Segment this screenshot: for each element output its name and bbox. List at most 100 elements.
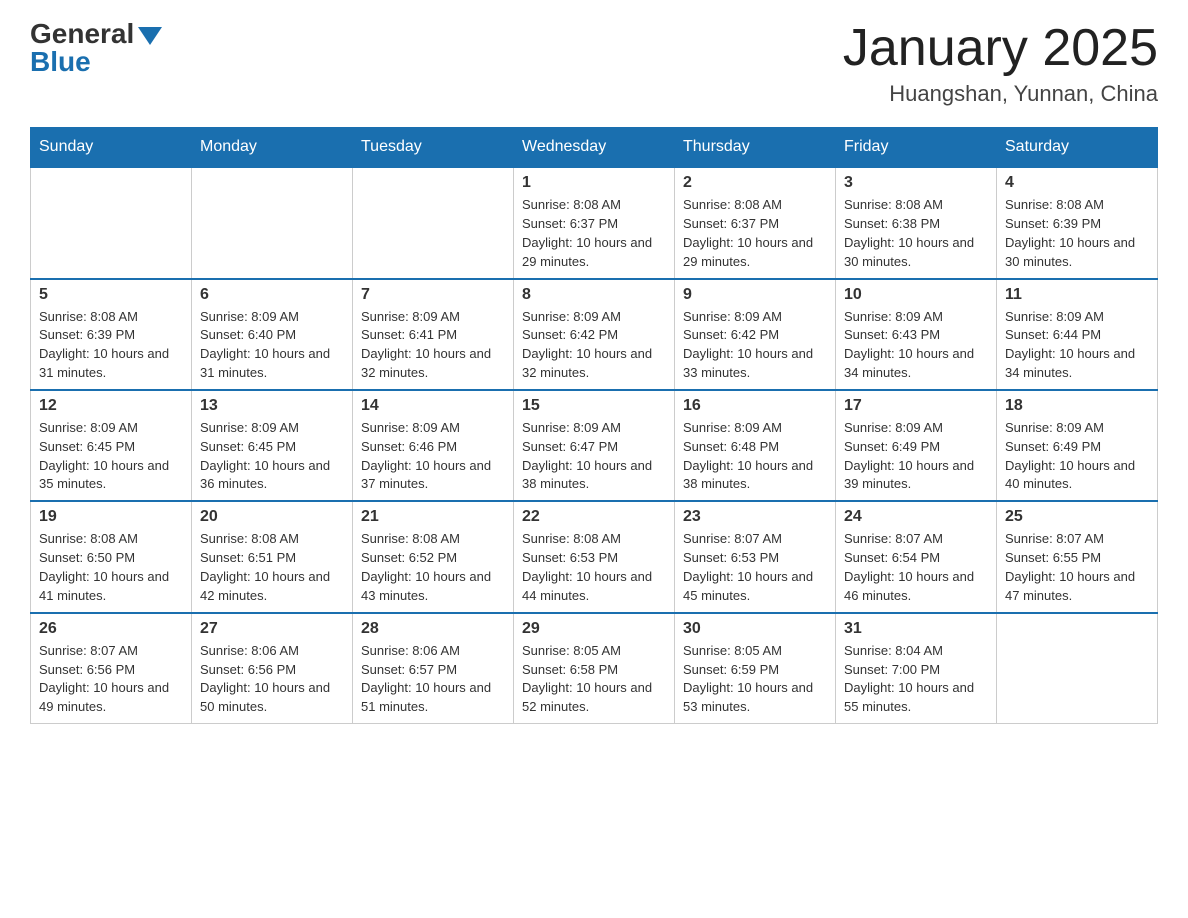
- day-info: Sunrise: 8:08 AM Sunset: 6:39 PM Dayligh…: [39, 308, 183, 383]
- title-section: January 2025 Huangshan, Yunnan, China: [843, 20, 1158, 107]
- header-day-friday: Friday: [836, 128, 997, 168]
- day-info: Sunrise: 8:09 AM Sunset: 6:45 PM Dayligh…: [39, 419, 183, 494]
- day-cell: 21 Sunrise: 8:08 AM Sunset: 6:52 PM Dayli…: [353, 501, 514, 612]
- day-cell: 6Sunrise: 8:09 AM Sunset: 6:40 PM Daylig…: [192, 279, 353, 390]
- day-number: 14: [361, 397, 505, 415]
- day-cell: 10 Sunrise: 8:09 AM Sunset: 6:43 PM Dayli…: [836, 279, 997, 390]
- calendar-table: SundayMondayTuesdayWednesdayThursdayFrid…: [30, 127, 1158, 724]
- day-info: Sunrise: 8:09 AM Sunset: 6:41 PM Dayligh…: [361, 308, 505, 383]
- day-number: 16: [683, 397, 827, 415]
- week-row-1: 1 Sunrise: 8:08 AM Sunset: 6:37 PM Daylig…: [31, 167, 1158, 278]
- day-cell: 5 Sunrise: 8:08 AM Sunset: 6:39 PM Daylig…: [31, 279, 192, 390]
- day-cell: 31 Sunrise: 8:04 AM Sunset: 7:00 PM Dayli…: [836, 613, 997, 724]
- day-cell: [997, 613, 1158, 724]
- day-number: 29: [522, 620, 666, 638]
- calendar-subtitle: Huangshan, Yunnan, China: [843, 81, 1158, 107]
- day-cell: 18 Sunrise: 8:09 AM Sunset: 6:49 PM Dayli…: [997, 390, 1158, 501]
- day-cell: 24 Sunrise: 8:07 AM Sunset: 6:54 PM Dayli…: [836, 501, 997, 612]
- day-cell: 23Sunrise: 8:07 AM Sunset: 6:53 PM Dayli…: [675, 501, 836, 612]
- day-info: Sunrise: 8:08 AM Sunset: 6:38 PM Dayligh…: [844, 196, 988, 271]
- day-info: Sunrise: 8:09 AM Sunset: 6:42 PM Dayligh…: [683, 308, 827, 383]
- header-day-saturday: Saturday: [997, 128, 1158, 168]
- page-header: General Blue January 2025 Huangshan, Yun…: [30, 20, 1158, 107]
- day-number: 25: [1005, 508, 1149, 526]
- day-number: 15: [522, 397, 666, 415]
- day-number: 11: [1005, 286, 1149, 304]
- day-number: 12: [39, 397, 183, 415]
- day-cell: 8 Sunrise: 8:09 AM Sunset: 6:42 PM Daylig…: [514, 279, 675, 390]
- day-info: Sunrise: 8:05 AM Sunset: 6:59 PM Dayligh…: [683, 642, 827, 717]
- week-row-3: 12 Sunrise: 8:09 AM Sunset: 6:45 PM Dayli…: [31, 390, 1158, 501]
- day-info: Sunrise: 8:08 AM Sunset: 6:37 PM Dayligh…: [683, 196, 827, 271]
- day-cell: 13Sunrise: 8:09 AM Sunset: 6:45 PM Dayli…: [192, 390, 353, 501]
- day-info: Sunrise: 8:09 AM Sunset: 6:43 PM Dayligh…: [844, 308, 988, 383]
- week-row-2: 5 Sunrise: 8:08 AM Sunset: 6:39 PM Daylig…: [31, 279, 1158, 390]
- day-number: 1: [522, 174, 666, 192]
- logo-general-text: General: [30, 20, 134, 48]
- day-number: 19: [39, 508, 183, 526]
- header-day-sunday: Sunday: [31, 128, 192, 168]
- day-number: 2: [683, 174, 827, 192]
- day-number: 24: [844, 508, 988, 526]
- header-day-wednesday: Wednesday: [514, 128, 675, 168]
- day-number: 20: [200, 508, 344, 526]
- day-info: Sunrise: 8:08 AM Sunset: 6:53 PM Dayligh…: [522, 530, 666, 605]
- day-number: 18: [1005, 397, 1149, 415]
- day-cell: 7Sunrise: 8:09 AM Sunset: 6:41 PM Daylig…: [353, 279, 514, 390]
- logo-blue-text: Blue: [30, 48, 91, 76]
- day-info: Sunrise: 8:09 AM Sunset: 6:40 PM Dayligh…: [200, 308, 344, 383]
- calendar-title: January 2025: [843, 20, 1158, 77]
- day-info: Sunrise: 8:07 AM Sunset: 6:55 PM Dayligh…: [1005, 530, 1149, 605]
- day-number: 5: [39, 286, 183, 304]
- day-cell: 15 Sunrise: 8:09 AM Sunset: 6:47 PM Dayli…: [514, 390, 675, 501]
- day-cell: 30 Sunrise: 8:05 AM Sunset: 6:59 PM Dayli…: [675, 613, 836, 724]
- day-cell: 14 Sunrise: 8:09 AM Sunset: 6:46 PM Dayli…: [353, 390, 514, 501]
- week-row-4: 19Sunrise: 8:08 AM Sunset: 6:50 PM Dayli…: [31, 501, 1158, 612]
- day-cell: 28Sunrise: 8:06 AM Sunset: 6:57 PM Dayli…: [353, 613, 514, 724]
- day-number: 4: [1005, 174, 1149, 192]
- header-row: SundayMondayTuesdayWednesdayThursdayFrid…: [31, 128, 1158, 168]
- day-number: 17: [844, 397, 988, 415]
- day-info: Sunrise: 8:09 AM Sunset: 6:46 PM Dayligh…: [361, 419, 505, 494]
- day-number: 3: [844, 174, 988, 192]
- day-info: Sunrise: 8:09 AM Sunset: 6:42 PM Dayligh…: [522, 308, 666, 383]
- day-info: Sunrise: 8:09 AM Sunset: 6:49 PM Dayligh…: [844, 419, 988, 494]
- day-cell: 19Sunrise: 8:08 AM Sunset: 6:50 PM Dayli…: [31, 501, 192, 612]
- day-info: Sunrise: 8:07 AM Sunset: 6:54 PM Dayligh…: [844, 530, 988, 605]
- day-cell: [31, 167, 192, 278]
- day-cell: 9Sunrise: 8:09 AM Sunset: 6:42 PM Daylig…: [675, 279, 836, 390]
- day-number: 10: [844, 286, 988, 304]
- day-cell: 22Sunrise: 8:08 AM Sunset: 6:53 PM Dayli…: [514, 501, 675, 612]
- day-info: Sunrise: 8:09 AM Sunset: 6:44 PM Dayligh…: [1005, 308, 1149, 383]
- day-number: 23: [683, 508, 827, 526]
- day-info: Sunrise: 8:06 AM Sunset: 6:56 PM Dayligh…: [200, 642, 344, 717]
- day-number: 28: [361, 620, 505, 638]
- day-info: Sunrise: 8:09 AM Sunset: 6:49 PM Dayligh…: [1005, 419, 1149, 494]
- day-number: 8: [522, 286, 666, 304]
- day-cell: 25 Sunrise: 8:07 AM Sunset: 6:55 PM Dayli…: [997, 501, 1158, 612]
- day-cell: 16 Sunrise: 8:09 AM Sunset: 6:48 PM Dayli…: [675, 390, 836, 501]
- day-cell: 27 Sunrise: 8:06 AM Sunset: 6:56 PM Dayli…: [192, 613, 353, 724]
- day-info: Sunrise: 8:08 AM Sunset: 6:52 PM Dayligh…: [361, 530, 505, 605]
- day-info: Sunrise: 8:04 AM Sunset: 7:00 PM Dayligh…: [844, 642, 988, 717]
- day-cell: [192, 167, 353, 278]
- day-cell: 17 Sunrise: 8:09 AM Sunset: 6:49 PM Dayli…: [836, 390, 997, 501]
- header-day-monday: Monday: [192, 128, 353, 168]
- header-day-tuesday: Tuesday: [353, 128, 514, 168]
- day-number: 31: [844, 620, 988, 638]
- day-cell: 4Sunrise: 8:08 AM Sunset: 6:39 PM Daylig…: [997, 167, 1158, 278]
- day-number: 21: [361, 508, 505, 526]
- day-info: Sunrise: 8:09 AM Sunset: 6:48 PM Dayligh…: [683, 419, 827, 494]
- day-number: 27: [200, 620, 344, 638]
- day-info: Sunrise: 8:08 AM Sunset: 6:37 PM Dayligh…: [522, 196, 666, 271]
- header-day-thursday: Thursday: [675, 128, 836, 168]
- day-cell: 3 Sunrise: 8:08 AM Sunset: 6:38 PM Daylig…: [836, 167, 997, 278]
- day-number: 30: [683, 620, 827, 638]
- day-info: Sunrise: 8:07 AM Sunset: 6:56 PM Dayligh…: [39, 642, 183, 717]
- day-cell: 1 Sunrise: 8:08 AM Sunset: 6:37 PM Daylig…: [514, 167, 675, 278]
- week-row-5: 26Sunrise: 8:07 AM Sunset: 6:56 PM Dayli…: [31, 613, 1158, 724]
- day-cell: 2 Sunrise: 8:08 AM Sunset: 6:37 PM Daylig…: [675, 167, 836, 278]
- day-info: Sunrise: 8:09 AM Sunset: 6:47 PM Dayligh…: [522, 419, 666, 494]
- day-cell: 11 Sunrise: 8:09 AM Sunset: 6:44 PM Dayli…: [997, 279, 1158, 390]
- logo: General Blue: [30, 20, 162, 76]
